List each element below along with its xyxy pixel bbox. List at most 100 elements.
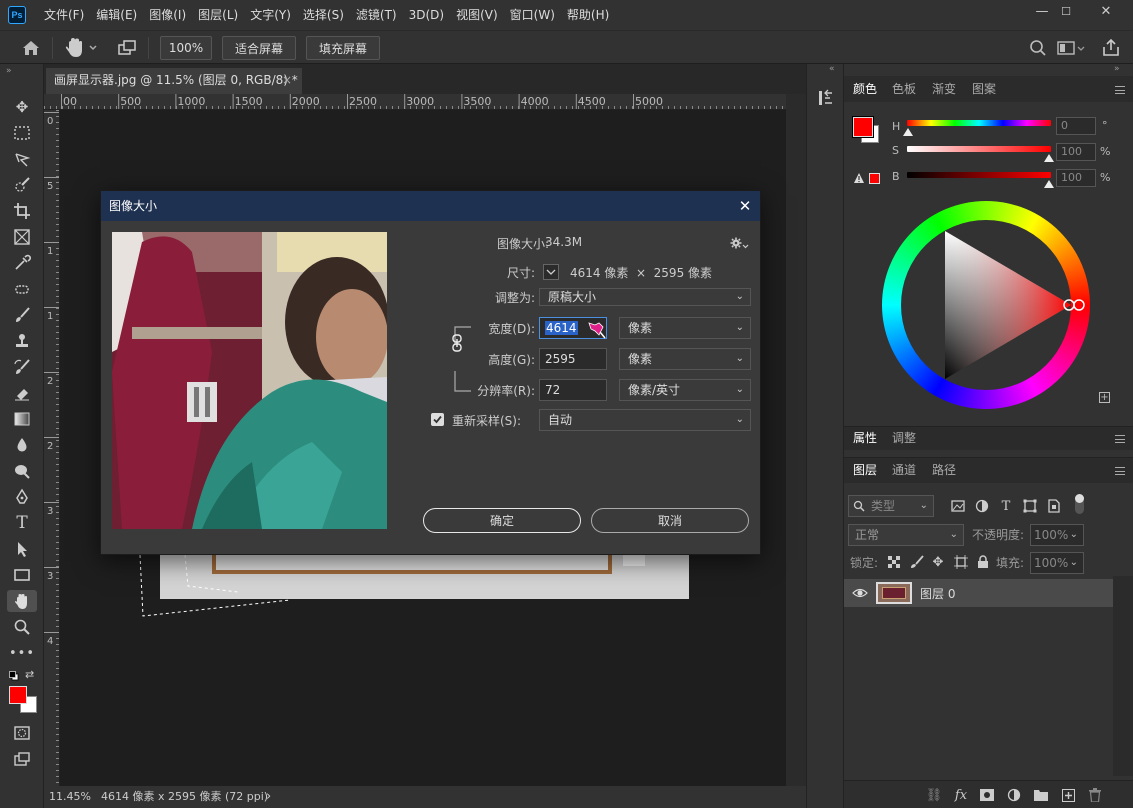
filter-adjustment-icon[interactable]: [972, 496, 992, 516]
h-slider-thumb[interactable]: [903, 128, 913, 136]
restore-button[interactable]: ☐: [1048, 0, 1084, 22]
menu-item[interactable]: 选择(S): [297, 0, 350, 30]
search-icon[interactable]: [1028, 38, 1048, 58]
menu-item[interactable]: 文字(Y): [244, 0, 297, 30]
blur-tool-icon[interactable]: [8, 434, 36, 456]
new-group-icon[interactable]: [1031, 785, 1051, 805]
marquee-tool-icon[interactable]: [8, 122, 36, 144]
swap-colors-icon[interactable]: ⇄: [25, 668, 34, 681]
fit-to-select[interactable]: 原稿大小 ⌄: [539, 288, 751, 306]
zoom-level[interactable]: 11.45%: [49, 786, 91, 808]
fill-screen-button[interactable]: 填充屏幕: [306, 36, 380, 60]
history-panel-icon[interactable]: [816, 88, 836, 108]
menu-item[interactable]: 帮助(H): [561, 0, 615, 30]
layer-name[interactable]: 图层 0: [920, 585, 955, 602]
dialog-preview-image[interactable]: [112, 232, 387, 529]
link-layers-icon[interactable]: ⛓: [924, 785, 944, 805]
gradient-tool-icon[interactable]: [8, 408, 36, 430]
filter-smart-object-icon[interactable]: [1044, 496, 1064, 516]
menu-item[interactable]: 视图(V): [450, 0, 504, 30]
zoom-100-button[interactable]: 100%: [160, 36, 212, 60]
frame-tool-icon[interactable]: [8, 226, 36, 248]
default-colors-icon[interactable]: [9, 670, 19, 681]
b-value-field[interactable]: 100: [1056, 169, 1096, 187]
collapse-right-icon[interactable]: »: [1114, 64, 1120, 74]
cancel-button[interactable]: 取消: [591, 508, 749, 533]
gamut-color-swatch[interactable]: [869, 173, 880, 184]
fit-screen-button[interactable]: 适合屏幕: [222, 36, 296, 60]
lock-pixels-icon[interactable]: [907, 552, 927, 572]
filter-type-icon[interactable]: T: [996, 496, 1016, 516]
properties-panel-menu-icon[interactable]: [1115, 435, 1125, 443]
hand-tool-preset-icon[interactable]: [64, 37, 100, 59]
wheel-expand-icon[interactable]: +: [1099, 392, 1110, 403]
crop-tool-icon[interactable]: [8, 200, 36, 222]
spot-healing-tool-icon[interactable]: [8, 278, 36, 300]
clone-stamp-tool-icon[interactable]: [8, 330, 36, 352]
hand-tool-icon[interactable]: [7, 590, 37, 612]
filter-pixel-icon[interactable]: [948, 496, 968, 516]
quick-selection-tool-icon[interactable]: [8, 174, 36, 196]
settings-gear-icon[interactable]: [729, 235, 749, 251]
foreground-color-swatch[interactable]: [9, 686, 27, 704]
eyedropper-tool-icon[interactable]: [8, 252, 36, 274]
s-value-field[interactable]: 100: [1056, 143, 1096, 161]
b-slider[interactable]: [907, 172, 1051, 178]
adjustment-layer-icon[interactable]: [1004, 785, 1024, 805]
status-menu-arrow[interactable]: ›: [266, 786, 271, 808]
resolution-unit-select[interactable]: 像素/英寸 ⌄: [619, 379, 751, 401]
document-tab[interactable]: 画屏显示器.jpg @ 11.5% (图层 0, RGB/8) * ×: [46, 68, 302, 94]
tab-channels[interactable]: 通道: [892, 458, 916, 482]
color-wheel[interactable]: [882, 201, 1090, 409]
pen-tool-icon[interactable]: [8, 486, 36, 508]
menu-item[interactable]: 3D(D): [403, 0, 450, 30]
workspace-icon[interactable]: [1056, 38, 1086, 58]
out-of-gamut-warning-icon[interactable]: [853, 172, 865, 184]
fill-field[interactable]: 100% ⌄: [1030, 552, 1084, 574]
path-selection-tool-icon[interactable]: [8, 538, 36, 560]
menu-item[interactable]: 图层(L): [192, 0, 244, 30]
lock-artboard-icon[interactable]: [951, 552, 971, 572]
share-icon[interactable]: [1100, 37, 1122, 59]
layers-scrollbar[interactable]: [1113, 576, 1133, 776]
delete-layer-icon[interactable]: [1085, 785, 1105, 805]
color-panel-foreground-swatch[interactable]: [852, 116, 874, 138]
screen-mode-icon[interactable]: [8, 748, 36, 770]
layer-style-fx-icon[interactable]: fx: [951, 785, 971, 805]
collapse-icon[interactable]: »: [6, 66, 12, 76]
filter-toggle[interactable]: [1075, 494, 1084, 514]
tab-swatches[interactable]: 色板: [892, 77, 916, 101]
menu-item[interactable]: 滤镜(T): [350, 0, 403, 30]
tab-patterns[interactable]: 图案: [972, 77, 996, 101]
tab-gradients[interactable]: 渐变: [932, 77, 956, 101]
opacity-field[interactable]: 100% ⌄: [1030, 524, 1084, 546]
dodge-tool-icon[interactable]: [8, 460, 36, 482]
visibility-eye-icon[interactable]: [852, 586, 868, 600]
history-brush-tool-icon[interactable]: [8, 356, 36, 378]
lock-all-icon[interactable]: [973, 552, 993, 572]
menu-item[interactable]: 窗口(W): [504, 0, 561, 30]
vertical-scrollbar[interactable]: [786, 94, 806, 786]
edit-toolbar-icon[interactable]: •••: [8, 642, 36, 664]
move-tool-icon[interactable]: ✥: [8, 96, 36, 118]
home-icon[interactable]: [20, 38, 42, 58]
lock-position-icon[interactable]: ✥: [928, 552, 948, 572]
menu-item[interactable]: 文件(F): [38, 0, 90, 30]
resolution-input[interactable]: 72: [539, 379, 607, 401]
h-value-field[interactable]: 0: [1056, 117, 1096, 135]
quick-mask-icon[interactable]: [8, 722, 36, 744]
resample-checkbox[interactable]: [431, 413, 444, 426]
ok-button[interactable]: 确定: [423, 508, 581, 533]
close-window-button[interactable]: ✕: [1088, 0, 1124, 22]
brush-tool-icon[interactable]: [8, 304, 36, 326]
height-input[interactable]: 2595: [539, 348, 607, 370]
height-unit-select[interactable]: 像素 ⌄: [619, 348, 751, 370]
expand-icon[interactable]: «: [829, 64, 835, 74]
tab-properties[interactable]: 属性: [853, 426, 877, 450]
h-slider[interactable]: [907, 120, 1051, 126]
blend-mode-select[interactable]: 正常 ⌄: [848, 524, 964, 546]
close-tab-icon[interactable]: ×: [282, 68, 292, 92]
add-mask-icon[interactable]: [977, 785, 997, 805]
dialog-close-button[interactable]: ✕: [735, 195, 755, 217]
new-layer-icon[interactable]: [1058, 785, 1078, 805]
